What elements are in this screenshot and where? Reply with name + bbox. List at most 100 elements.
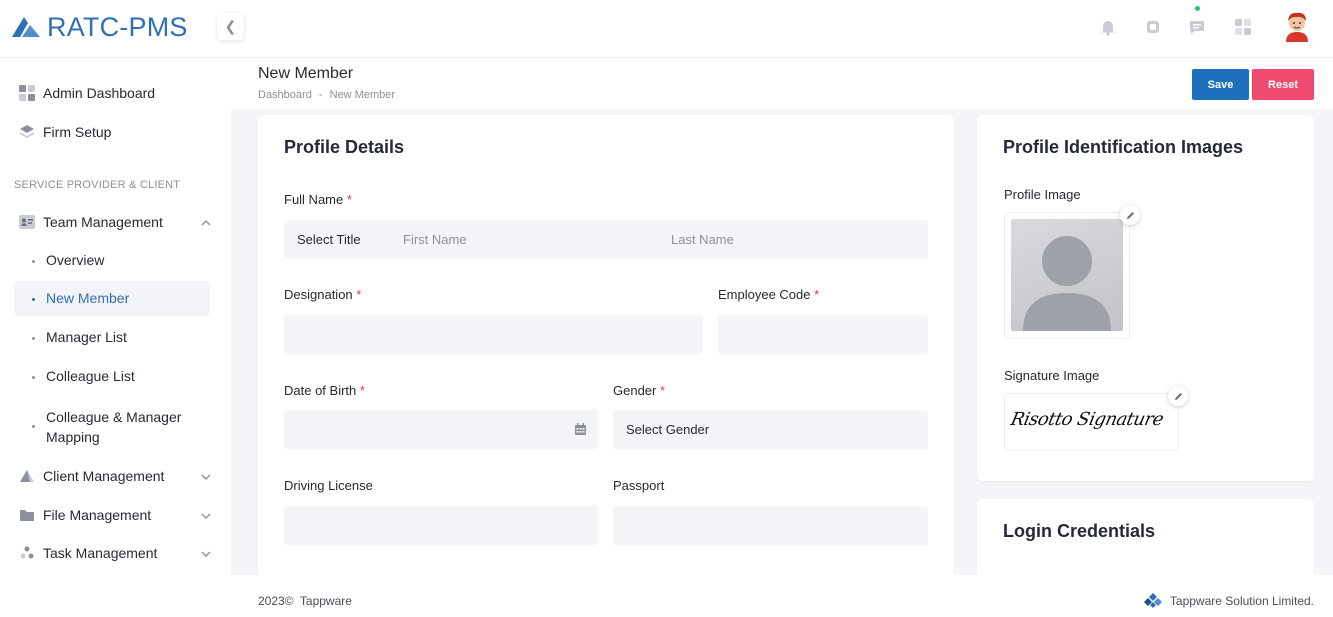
sidebar-item-task-management[interactable]: Task Management <box>18 544 157 561</box>
label-text: Date of Birth <box>284 383 357 398</box>
apps-grid-icon <box>1235 19 1251 35</box>
bullet-dot <box>32 298 35 301</box>
app-title: RATC-PMS <box>47 11 188 42</box>
employee-code-label: Employee Code * <box>718 287 819 302</box>
chevron-down-icon[interactable] <box>200 548 212 560</box>
main-content: New Member Dashboard - New Member Save R… <box>231 59 1333 575</box>
identification-images-card: Profile Identification Images Profile Im… <box>977 115 1314 481</box>
label-text: Employee Code <box>718 287 811 302</box>
apps-button[interactable] <box>1232 16 1254 38</box>
breadcrumb: Dashboard - New Member <box>258 89 395 101</box>
dob-label: Date of Birth * <box>284 383 365 398</box>
sidebar-item-team-management[interactable]: Team Management <box>18 213 163 230</box>
footer-brand: Tappware <box>299 594 352 608</box>
sidebar-item-file-management[interactable]: File Management <box>18 506 151 523</box>
designation-label: Designation * <box>284 287 361 302</box>
layers-icon <box>18 123 35 140</box>
title-select[interactable]: Select Title <box>297 232 361 247</box>
calendar-icon[interactable] <box>575 423 586 438</box>
sidebar-item-label: File Management <box>43 506 152 523</box>
card-title: Profile Details <box>284 137 405 157</box>
dob-input[interactable] <box>284 410 598 449</box>
notifications-button[interactable] <box>1097 16 1119 38</box>
sidebar-subitem-label: Overview <box>46 252 105 268</box>
sidebar-subitem-colleague-manager-mapping[interactable]: Colleague & Manager Mapping <box>32 407 202 447</box>
sidebar-subitem-label: Colleague & Manager Mapping <box>46 409 182 445</box>
reset-button[interactable]: Reset <box>1252 69 1314 100</box>
page-title: New Member <box>258 65 354 82</box>
edit-signature-image-button[interactable] <box>1168 386 1188 406</box>
bullet-dot <box>32 337 35 340</box>
tappware-logo-icon <box>1143 593 1162 608</box>
required-mark: * <box>814 287 820 302</box>
sidebar-subitem-label: Colleague List <box>46 368 135 384</box>
login-credentials-card: Login Credentials <box>977 499 1314 575</box>
required-mark: * <box>660 383 666 398</box>
label-text: Designation <box>284 287 353 302</box>
employee-code-input[interactable] <box>718 315 928 354</box>
breadcrumb-separator: - <box>318 89 323 101</box>
chevron-left-icon: ❮ <box>224 18 237 34</box>
chevron-down-icon[interactable] <box>200 510 212 522</box>
driving-license-input[interactable] <box>284 506 598 545</box>
sidebar-item-label: Client Management <box>43 467 165 484</box>
sidebar-subitem-overview[interactable]: Overview <box>32 252 104 268</box>
card-title: Profile Identification Images <box>1003 137 1244 157</box>
sidebar-item-label: Firm Setup <box>43 123 112 140</box>
designation-input[interactable] <box>284 315 703 354</box>
pencil-icon <box>1174 392 1182 400</box>
sidebar-subitem-manager-list[interactable]: Manager List <box>32 329 127 345</box>
sidebar-item-firm-setup[interactable]: Firm Setup <box>18 123 111 140</box>
profile-image-box <box>1004 212 1130 339</box>
edit-profile-image-button[interactable] <box>1120 205 1140 225</box>
online-indicator <box>1195 6 1200 11</box>
top-header: RATC-PMS ❮ <box>0 0 1333 58</box>
sidebar-subitem-colleague-list[interactable]: Colleague List <box>32 368 135 384</box>
gender-label: Gender * <box>613 383 665 398</box>
card-title: Login Credentials <box>1003 521 1156 541</box>
bullet-dot <box>32 260 35 263</box>
sidebar-subitem-label: Manager List <box>46 329 127 345</box>
footer-year: 2023© <box>258 594 294 608</box>
last-name-input[interactable]: Last Name <box>671 232 734 247</box>
avatar-icon <box>1286 12 1308 42</box>
chevron-up-icon[interactable] <box>200 217 212 229</box>
sidebar-subitem-new-member[interactable]: New Member <box>32 290 129 306</box>
footer-copyright: 2023© Tappware <box>258 594 352 608</box>
profile-details-card: Profile Details Full Name * Select Title… <box>258 115 954 575</box>
signature-text: Risotto Signature <box>1008 409 1166 430</box>
signature-image-box: Risotto Signature <box>1004 393 1179 451</box>
square-icon <box>1147 21 1159 33</box>
user-avatar[interactable] <box>1283 10 1311 42</box>
footer-company-name: Tappware Solution Limited. <box>1169 594 1314 608</box>
sidebar: Admin Dashboard Firm Setup SERVICE PROVI… <box>0 59 231 617</box>
user-silhouette-icon <box>1023 236 1111 331</box>
sidebar-item-admin-dashboard[interactable]: Admin Dashboard <box>18 84 155 101</box>
sidebar-collapse-button[interactable]: ❮ <box>217 13 244 40</box>
required-mark: * <box>346 192 352 207</box>
tasks-icon <box>18 544 35 561</box>
chat-icon <box>1190 21 1204 34</box>
gender-select[interactable]: Select Gender <box>613 410 928 449</box>
save-button[interactable]: Save <box>1192 69 1249 100</box>
app-logo[interactable]: RATC-PMS <box>10 11 188 43</box>
logo-icon <box>12 17 40 37</box>
triangle-icon <box>18 467 35 484</box>
fullscreen-button[interactable] <box>1142 16 1164 38</box>
dashboard-grid-icon <box>18 84 35 101</box>
label-text: Gender <box>613 383 657 398</box>
passport-input[interactable] <box>613 506 928 545</box>
sidebar-item-client-management[interactable]: Client Management <box>18 467 164 484</box>
pencil-icon <box>1126 211 1134 219</box>
bullet-dot <box>32 376 35 379</box>
messages-button[interactable] <box>1186 16 1208 38</box>
first-name-input[interactable]: First Name <box>403 232 467 247</box>
footer-company: Tappware Solution Limited. <box>1142 592 1314 610</box>
team-card-icon <box>18 213 35 230</box>
breadcrumb-root[interactable]: Dashboard <box>258 89 312 101</box>
footer: 2023© Tappware Tappware Solution Limited… <box>231 575 1333 617</box>
bullet-dot <box>32 425 35 428</box>
chevron-down-icon[interactable] <box>200 471 212 483</box>
sidebar-item-label: Admin Dashboard <box>43 84 156 101</box>
sidebar-subitem-label: New Member <box>46 290 130 306</box>
